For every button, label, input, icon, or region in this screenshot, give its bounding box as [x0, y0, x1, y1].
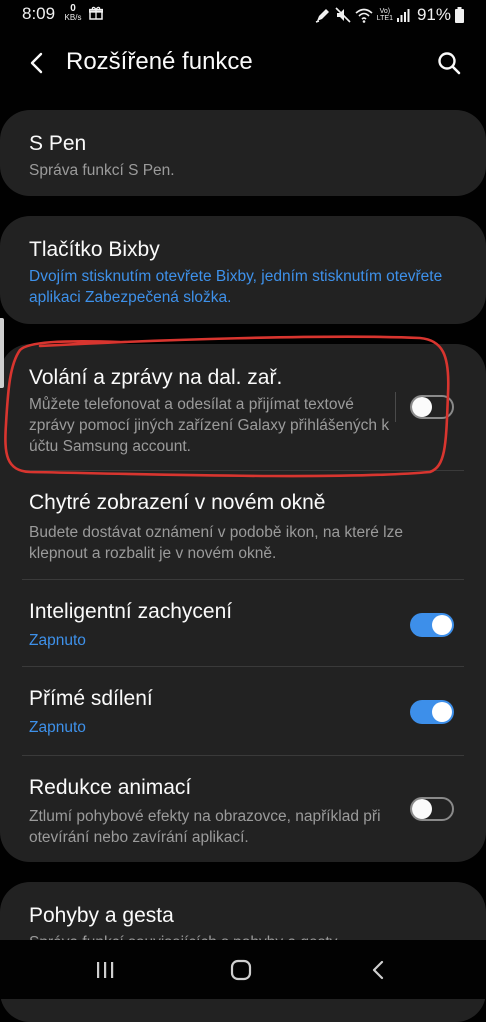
volte-label: Vo)	[379, 8, 391, 15]
back-button[interactable]	[22, 48, 52, 78]
recents-icon	[97, 962, 114, 978]
battery-icon	[455, 7, 464, 23]
home-button[interactable]	[228, 958, 254, 982]
item-status: Zapnuto	[29, 719, 86, 736]
signal-icon	[396, 9, 410, 22]
app-bar: Rozšířené funkce	[0, 30, 486, 96]
status-icons: Vo) LTE1 91%	[315, 5, 464, 25]
status-bar: 8:09 0 KB/s Vo) LTE1 91%	[0, 0, 486, 30]
item-description: Můžete telefonovat a odesílat a přijímat…	[29, 396, 390, 455]
toggle-knob	[432, 702, 452, 722]
nav-back-button[interactable]	[366, 958, 392, 982]
item-title: Redukce animací	[29, 776, 192, 799]
s-pen-description: Správa funkcí S Pen.	[29, 162, 175, 179]
toggle-divider	[395, 392, 396, 422]
battery-percent: 91%	[416, 5, 451, 24]
bixby-description: Dvojím stisknutím otevřete Bixby, jedním…	[29, 268, 443, 306]
list-item-call-message-continuity[interactable]: Volání a zprávy na dal. zař. Můžete tele…	[0, 344, 486, 470]
pen-icon	[315, 9, 329, 23]
page-title: Rozšířené funkce	[66, 48, 253, 75]
network-speed-unit: KB/s	[64, 13, 82, 22]
mute-icon	[335, 7, 351, 23]
item-title: Chytré zobrazení v novém okně	[29, 491, 326, 514]
chevron-left-icon	[30, 52, 43, 74]
card-bixby-button[interactable]: Tlačítko Bixby Dvojím stisknutím otevřet…	[0, 216, 486, 324]
item-title: Volání a zprávy na dal. zař.	[29, 366, 283, 389]
navigation-bar	[0, 940, 486, 999]
list-item-reduce-animations[interactable]: Redukce animací Ztlumí pohybové efekty n…	[0, 756, 486, 862]
toggle-smart-capture[interactable]	[410, 613, 454, 637]
toggle-reduce-animations[interactable]	[410, 797, 454, 821]
search-button[interactable]	[434, 48, 464, 78]
recents-button[interactable]	[92, 958, 118, 982]
search-icon	[438, 52, 461, 75]
toggle-knob	[412, 397, 432, 417]
card-s-pen[interactable]: S Pen Správa funkcí S Pen.	[0, 110, 486, 196]
lte-label: LTE1	[376, 15, 393, 22]
network-speed-indicator: 0 KB/s	[64, 3, 82, 23]
item-title: Přímé sdílení	[29, 687, 153, 710]
nav-back-icon	[372, 960, 384, 980]
toggle-knob	[412, 799, 432, 819]
card-advanced-features-list: Volání a zprávy na dal. zař. Můžete tele…	[0, 344, 486, 862]
item-title: Inteligentní zachycení	[29, 600, 233, 623]
toggle-direct-share[interactable]	[410, 700, 454, 724]
wifi-icon	[355, 8, 373, 23]
list-item-smart-capture[interactable]: Inteligentní zachycení Zapnuto	[0, 580, 486, 666]
toggle-knob	[432, 615, 452, 635]
toggle-call-message-continuity[interactable]	[410, 395, 454, 419]
home-icon	[230, 959, 252, 981]
gift-icon	[89, 6, 103, 20]
network-speed-value: 0	[70, 3, 76, 14]
s-pen-title: S Pen	[29, 132, 87, 155]
status-time: 8:09	[22, 4, 56, 23]
item-description: Budete dostávat oznámení v podobě ikon, …	[29, 524, 403, 562]
list-item-direct-share[interactable]: Přímé sdílení Zapnuto	[0, 667, 486, 755]
volte-indicator: Vo) LTE1	[377, 8, 393, 22]
item-description: Ztlumí pohybové efekty na obrazovce, nap…	[29, 808, 381, 846]
motions-title: Pohyby a gesta	[29, 904, 174, 927]
item-status: Zapnuto	[29, 632, 86, 649]
bixby-title: Tlačítko Bixby	[29, 238, 160, 261]
edge-panel-handle[interactable]	[0, 318, 4, 388]
list-item-smart-pop-up-view[interactable]: Chytré zobrazení v novém okně Budete dos…	[0, 471, 486, 579]
